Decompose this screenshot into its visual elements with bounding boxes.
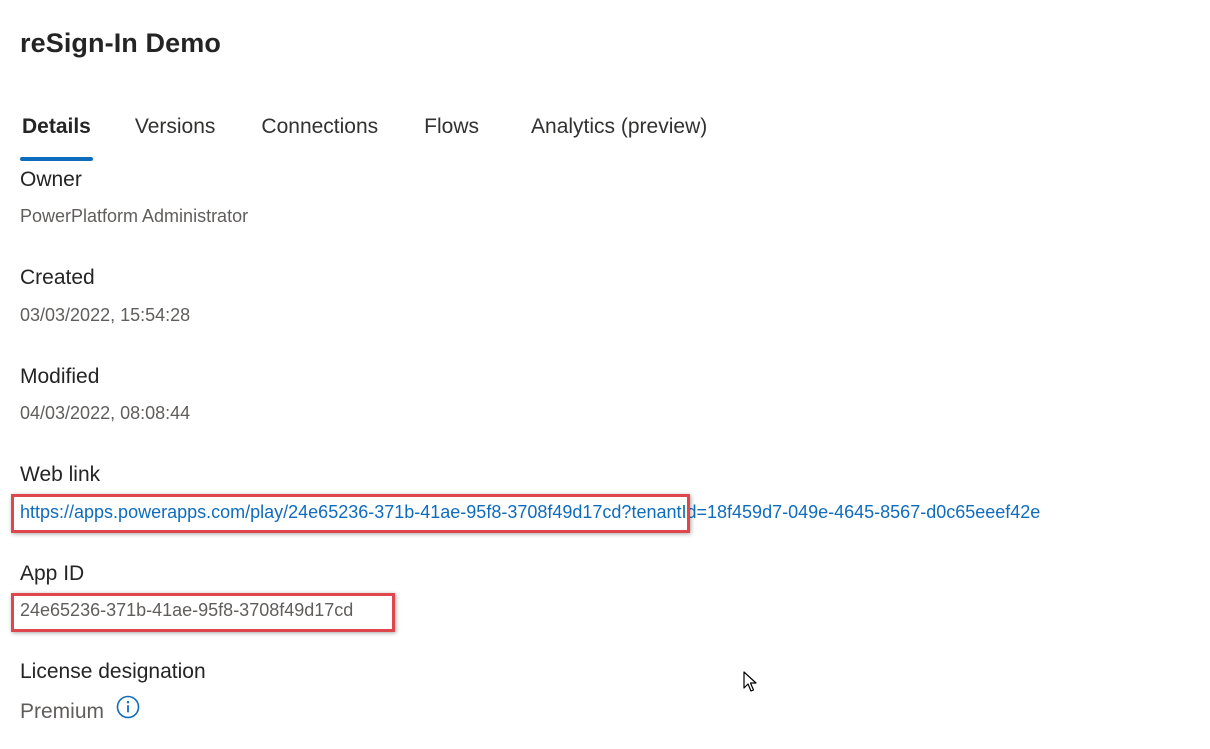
modified-label: Modified (20, 365, 100, 388)
owner-value: PowerPlatform Administrator (20, 206, 249, 226)
app-id-label: App ID (20, 562, 85, 585)
app-details-page: reSign-In Demo Details Versions Connecti… (0, 0, 1210, 749)
tab-bar: Details Versions Connections Flows Analy… (20, 112, 709, 164)
tab-details[interactable]: Details (20, 112, 93, 162)
license-value-row: Premium (20, 695, 140, 724)
tab-versions[interactable]: Versions (133, 112, 218, 162)
modified-value: 04/03/2022, 08:08:44 (20, 403, 191, 423)
tab-connections[interactable]: Connections (259, 112, 380, 162)
web-link[interactable]: https://apps.powerapps.com/play/24e65236… (20, 502, 1040, 523)
web-link-label: Web link (20, 463, 101, 486)
info-circle-icon[interactable] (116, 695, 140, 719)
license-label: License designation (20, 660, 206, 683)
created-value: 03/03/2022, 15:54:28 (20, 305, 191, 325)
license-value: Premium (20, 700, 105, 723)
mouse-pointer-icon (743, 671, 757, 692)
tab-flows[interactable]: Flows (422, 112, 481, 162)
page-title: reSign-In Demo (20, 28, 221, 58)
owner-label: Owner (20, 168, 82, 191)
created-label: Created (20, 266, 95, 289)
app-id-value: 24e65236-371b-41ae-95f8-3708f49d17cd (20, 600, 354, 620)
tab-analytics[interactable]: Analytics (preview) (529, 112, 709, 162)
